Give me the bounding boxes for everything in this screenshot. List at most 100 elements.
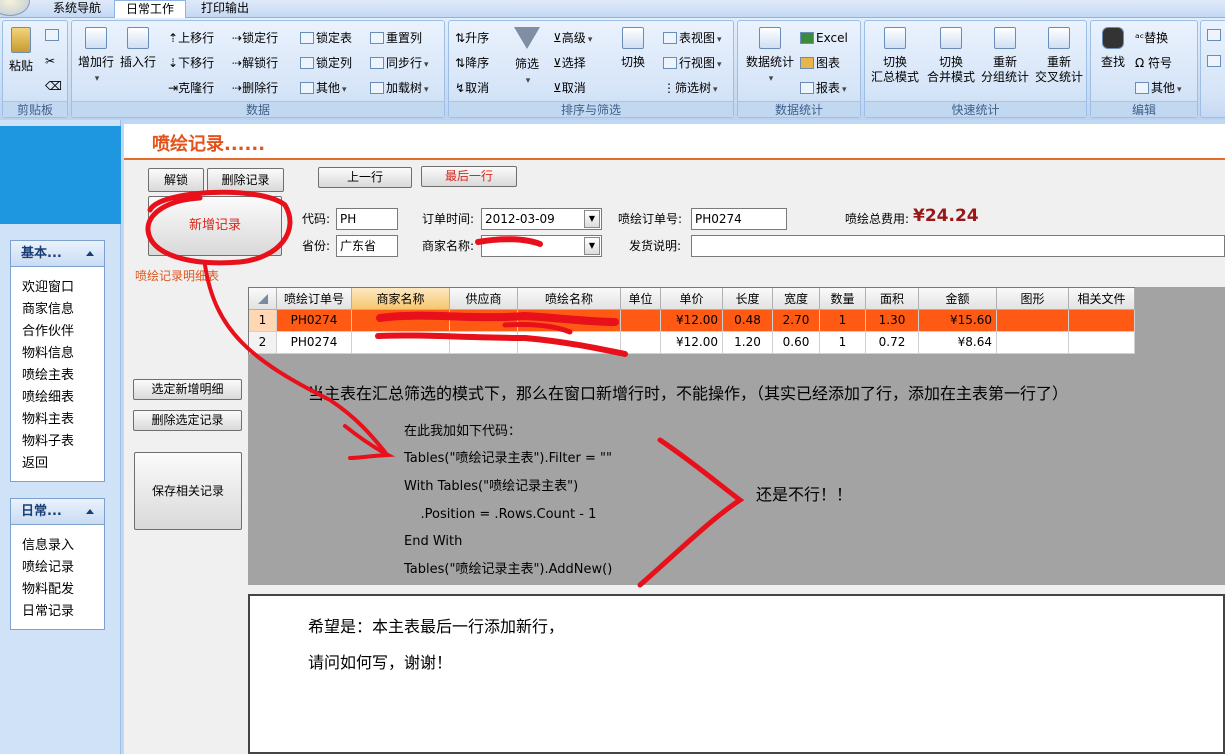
column-header[interactable]: 商家名称 (352, 288, 450, 310)
chevron-down-icon[interactable]: ▼ (584, 237, 600, 255)
move-up-button[interactable]: ⇡上移行 (168, 30, 214, 46)
other-data-button[interactable]: 其他 ▾ (300, 80, 347, 98)
nav-item[interactable]: 信息录入 (11, 535, 104, 557)
advanced-filter-button[interactable]: ⊻高级 ▾ (553, 30, 592, 48)
grid-cell-merchant[interactable] (352, 332, 450, 354)
save-related-button[interactable]: 保存相关记录 (134, 452, 242, 530)
grid-cell-supplier[interactable] (450, 332, 518, 354)
grid-cell-name[interactable] (518, 332, 621, 354)
grid-cell-price[interactable]: ¥12.00 (661, 332, 723, 354)
nav-item[interactable]: 返回 (11, 453, 104, 475)
overflow-icon-2[interactable] (1207, 55, 1221, 67)
nav-item[interactable]: 合作伙伴 (11, 321, 104, 343)
load-tree-button[interactable]: 加载树 ▾ (370, 80, 429, 98)
nav-item[interactable]: 喷绘细表 (11, 387, 104, 409)
tab-system-nav[interactable]: 系统导航 (40, 0, 114, 18)
grid-cell-qty[interactable]: 1 (820, 332, 866, 354)
lock-row-button[interactable]: ⇢锁定行 (232, 30, 278, 46)
summary-mode-button[interactable]: 切换 汇总模式 (867, 27, 923, 85)
column-header[interactable]: 金额 (919, 288, 997, 310)
collapse-icon[interactable] (86, 251, 94, 256)
add-row-button[interactable]: 增加行 ▾ (76, 27, 116, 87)
nav-item[interactable]: 物料配发 (11, 579, 104, 601)
nav-item[interactable]: 物料主表 (11, 409, 104, 431)
delete-row-button[interactable]: ⇢删除行 (232, 80, 278, 96)
grid-cell-file[interactable] (1069, 332, 1135, 354)
grid-cell-width[interactable]: 0.60 (773, 332, 820, 354)
grid-cell-unit[interactable] (621, 310, 661, 332)
cancel-filter-button[interactable]: ⊻取消 (553, 80, 586, 96)
sort-desc-button[interactable]: ⇅降序 (455, 55, 489, 71)
delete-selected-button[interactable]: 删除选定记录 (133, 410, 242, 431)
lock-col-button[interactable]: 锁定列 (300, 55, 352, 71)
sort-cancel-button[interactable]: ↯取消 (455, 80, 489, 96)
data-stats-button[interactable]: 数据统计 ▾ (742, 27, 798, 87)
filter-button[interactable]: 筛选 ▾ (509, 27, 545, 89)
column-header[interactable]: 单位 (621, 288, 661, 310)
column-header[interactable]: 长度 (723, 288, 773, 310)
find-button[interactable]: 查找 (1095, 27, 1131, 70)
lock-table-button[interactable]: 锁定表 (300, 30, 352, 46)
grid-cell-price[interactable]: ¥12.00 (661, 310, 723, 332)
insert-row-button[interactable]: 插入行 (118, 27, 158, 70)
grid-cell-shape[interactable] (997, 332, 1069, 354)
grid-cell-supplier[interactable] (450, 310, 518, 332)
prev-row-button[interactable]: 上一行 (318, 167, 412, 188)
symbol-button[interactable]: Ω 符号 (1135, 55, 1172, 71)
merge-mode-button[interactable]: 切换 合并模式 (923, 27, 979, 85)
collapse-icon[interactable] (86, 509, 94, 514)
unlock-row-button[interactable]: ⇢解锁行 (232, 55, 278, 71)
clone-row-button[interactable]: ⇥克隆行 (168, 80, 214, 96)
select-filter-button[interactable]: ⊻选择 (553, 55, 586, 71)
nav-item[interactable]: 商家信息 (11, 299, 104, 321)
grid-cell-shape[interactable] (997, 310, 1069, 332)
row-view-button[interactable]: 行视图 ▾ (663, 55, 722, 73)
order-no-field[interactable]: PH0274 (691, 208, 787, 230)
regroup-stats-button[interactable]: 重新 分组统计 (977, 27, 1033, 85)
nav-item[interactable]: 喷绘主表 (11, 365, 104, 387)
grid-cell-width[interactable]: 2.70 (773, 310, 820, 332)
column-header[interactable]: 喷绘名称 (518, 288, 621, 310)
unlock-button[interactable]: 解锁 (148, 168, 204, 192)
grid-cell-amount[interactable]: ¥8.64 (919, 332, 997, 354)
grid-cell-area[interactable]: 1.30 (866, 310, 919, 332)
reset-cols-button[interactable]: 重置列 (370, 30, 422, 46)
grid-cell-unit[interactable] (621, 332, 661, 354)
column-header[interactable]: 图形 (997, 288, 1069, 310)
grid-cell-merchant[interactable] (352, 310, 450, 332)
nav-item[interactable]: 物料信息 (11, 343, 104, 365)
replace-button[interactable]: ᵃᶜ替换 (1135, 30, 1168, 46)
nav-item[interactable]: 喷绘记录 (11, 557, 104, 579)
crosstab-stats-button[interactable]: 重新 交叉统计 (1031, 27, 1087, 85)
column-header[interactable]: 喷绘订单号 (277, 288, 352, 310)
column-header[interactable]: 数量 (820, 288, 866, 310)
column-header[interactable]: 单价 (661, 288, 723, 310)
grid-cell-length[interactable]: 1.20 (723, 332, 773, 354)
filter-tree-button[interactable]: ⋮筛选树 ▾ (663, 80, 718, 98)
copy-icon[interactable] (45, 27, 61, 43)
province-field[interactable]: 广东省 (336, 235, 398, 257)
grid-cell-area[interactable]: 0.72 (866, 332, 919, 354)
column-header[interactable]: 供应商 (450, 288, 518, 310)
nav-item[interactable]: 物料子表 (11, 431, 104, 453)
column-header[interactable]: 相关文件 (1069, 288, 1135, 310)
chevron-down-icon[interactable]: ▼ (584, 210, 600, 228)
sync-rows-button[interactable]: 同步行 ▾ (370, 55, 429, 73)
merchant-field[interactable]: ▼ (481, 235, 602, 257)
grid-corner[interactable] (249, 288, 277, 310)
app-menu-orb[interactable] (0, 0, 30, 16)
nav-group-header-daily[interactable]: 日常... (11, 499, 104, 525)
excel-button[interactable]: Excel (800, 30, 848, 46)
row-number[interactable]: 1 (249, 310, 277, 332)
column-header[interactable]: 宽度 (773, 288, 820, 310)
chart-button[interactable]: 图表 (800, 55, 840, 71)
report-button[interactable]: 报表 ▾ (800, 80, 847, 98)
select-new-detail-button[interactable]: 选定新增明细 (133, 379, 242, 400)
grid-cell-qty[interactable]: 1 (820, 310, 866, 332)
grid-cell-amount[interactable]: ¥15.60 (919, 310, 997, 332)
switch-button[interactable]: 切换 (615, 27, 651, 70)
table-view-button[interactable]: 表视图 ▾ (663, 30, 722, 48)
sort-asc-button[interactable]: ⇅升序 (455, 30, 489, 46)
eraser-icon[interactable]: ⌫ (45, 78, 62, 94)
paste-button[interactable]: 粘贴 (7, 27, 35, 74)
